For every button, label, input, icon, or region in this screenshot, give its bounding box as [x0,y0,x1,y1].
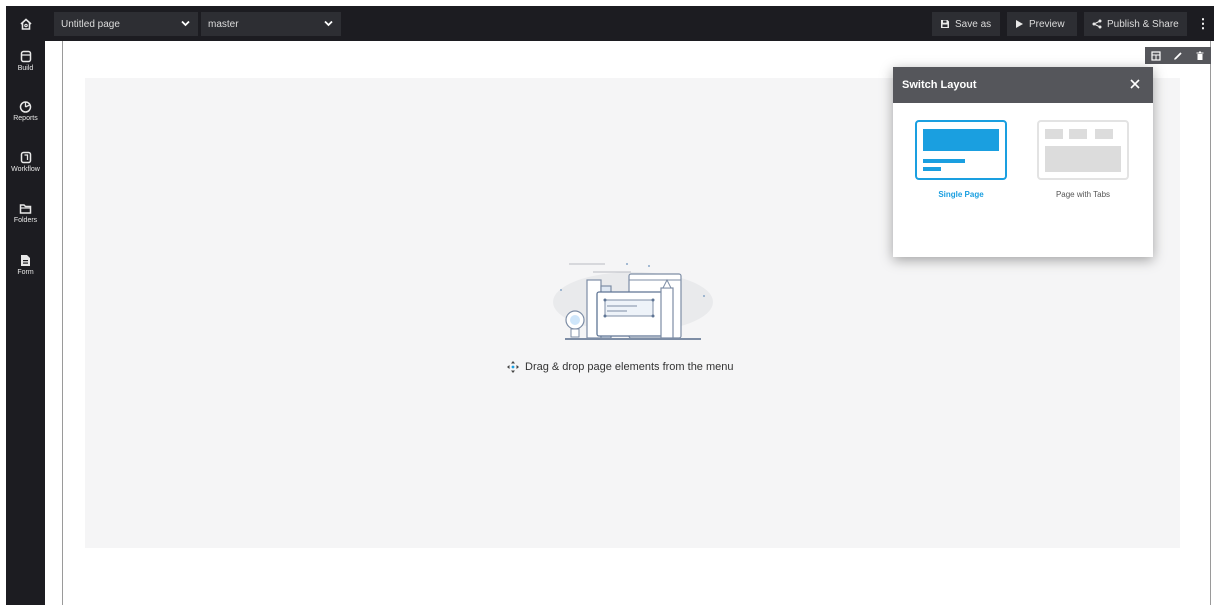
thumbnail-tab [1095,129,1113,139]
dialog-header: Switch Layout [893,67,1153,103]
dialog-title: Switch Layout [902,79,977,91]
publish-share-button[interactable]: Publish & Share [1084,12,1187,36]
thumbnail-tab [1045,129,1063,139]
sidebar-item-label: Workflow [11,166,40,173]
canvas-border-left [62,41,63,605]
workflow-icon [20,151,31,164]
canvas-border-right [1210,41,1211,605]
sidebar-item-folders[interactable]: Folders [6,203,45,249]
share-icon [1092,19,1102,29]
thumbnail-block [1045,146,1121,172]
page-select-value: Untitled page [61,18,120,30]
close-icon[interactable] [1129,78,1141,90]
home-icon [20,17,32,30]
sidebar-item-label: Reports [13,115,38,122]
thumbnail-tab [1069,129,1087,139]
build-icon [20,50,31,63]
drop-hint: Drag & drop page elements from the menu [506,358,734,376]
form-icon [21,255,30,266]
chevron-down-icon [324,20,333,27]
delete-icon[interactable] [1195,51,1205,61]
layout-icon[interactable] [1151,50,1161,61]
thumbnail-line [923,159,965,163]
tabs-thumbnail [1037,120,1129,180]
more-menu-button[interactable]: ⋮ [1196,12,1210,36]
thumbnail-line [923,167,941,171]
sidebar-item-label: Form [17,269,34,276]
sidebar-item-label: Build [17,65,34,72]
move-icon [507,361,519,373]
single-page-thumbnail [915,120,1007,180]
sidebar-item-build[interactable]: Build [6,50,45,96]
branch-select-value: master [208,18,239,30]
home-button[interactable] [6,6,46,41]
preview-label: Preview [1029,18,1065,30]
page-select[interactable]: Untitled page [54,12,198,36]
layout-option-label: Single Page [938,190,984,199]
app-window: Untitled page master Save as Preview Pub… [0,0,1217,605]
save-as-button[interactable]: Save as [932,12,1000,36]
sidebar-item-form[interactable]: Form [6,254,45,300]
edit-icon[interactable] [1173,51,1183,61]
top-toolbar: Untitled page master Save as Preview Pub… [6,6,1214,41]
switch-layout-dialog: Switch Layout Single Page Page with Tabs [893,67,1153,257]
layout-option-page-with-tabs[interactable]: Page with Tabs [1035,120,1131,199]
play-icon [1016,20,1023,28]
save-icon [941,20,949,28]
page-tools [1145,47,1211,64]
sidebar-item-workflow[interactable]: Workflow [6,151,45,197]
reports-icon [19,101,32,113]
save-as-label: Save as [955,18,992,30]
empty-state-illustration [553,263,713,340]
thumbnail-block [923,129,999,151]
publish-share-label: Publish & Share [1107,18,1179,30]
preview-button[interactable]: Preview [1007,12,1077,36]
layout-option-label: Page with Tabs [1055,190,1111,199]
layout-option-single-page[interactable]: Single Page [913,120,1009,199]
chevron-down-icon [181,20,190,27]
drop-hint-text: Drag & drop page elements from the menu [525,361,734,373]
left-sidebar: Build Reports Workflow Folders Form [6,41,45,605]
sidebar-item-reports[interactable]: Reports [6,100,45,146]
branch-select[interactable]: master [201,12,341,36]
folders-icon [19,204,32,214]
sidebar-item-label: Folders [13,217,38,224]
